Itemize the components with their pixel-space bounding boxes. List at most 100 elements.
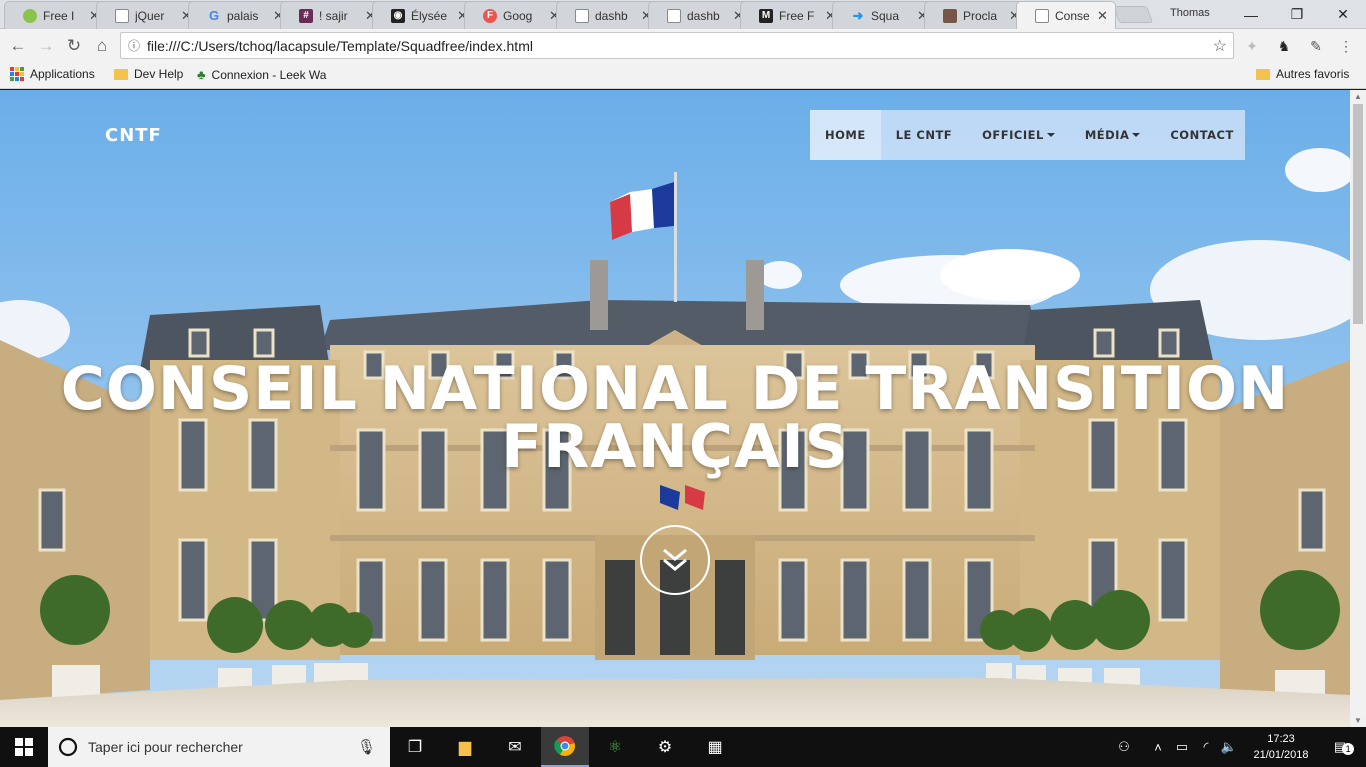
- tab-title: dashb: [595, 8, 628, 23]
- windows-start-icon[interactable]: [0, 727, 48, 767]
- extension-icon[interactable]: ✦: [1242, 36, 1262, 56]
- bookmark-apps[interactable]: Applications: [10, 67, 95, 81]
- bookmark-dev-help[interactable]: Dev Help: [114, 67, 183, 81]
- tab-title: dashb: [687, 8, 720, 23]
- chevron-up-icon[interactable]: ˄: [1148, 727, 1168, 767]
- folder-icon: [114, 68, 128, 80]
- calculator-icon[interactable]: ▦: [691, 727, 739, 767]
- minimize-icon[interactable]: —: [1228, 0, 1274, 29]
- bookmark-leek[interactable]: ♣ Connexion - Leek Wa: [197, 67, 326, 82]
- search-placeholder: Taper ici pour rechercher: [88, 739, 243, 755]
- back-icon[interactable]: ←: [6, 34, 30, 58]
- site-brand[interactable]: CNTF: [105, 125, 162, 146]
- close-window-icon[interactable]: ✕: [1320, 0, 1366, 29]
- browser-tab[interactable]: M Free F ✕: [740, 1, 844, 29]
- page-icon: [1035, 8, 1049, 23]
- tab-title: Free F: [779, 8, 815, 23]
- reload-icon[interactable]: ↻: [62, 34, 86, 58]
- hero-title-line-1: CONSEIL NATIONAL DE TRANSITION: [60, 354, 1290, 424]
- mail-icon[interactable]: ✉: [491, 727, 539, 767]
- volume-muted-icon[interactable]: 🔈: [1218, 727, 1240, 767]
- scroll-up-icon[interactable]: ▲: [1354, 92, 1362, 101]
- atom-icon[interactable]: ⚛: [591, 727, 639, 767]
- browser-toolbar: ← → ↻ ⌂ ⓘ file:///C:/Users/tchoq/lacapsu…: [0, 29, 1366, 62]
- page-viewport: CNTF HOME LE CNTF OFFICIEL MÉDIA CONTACT…: [0, 90, 1350, 727]
- nav-media[interactable]: MÉDIA: [1070, 110, 1156, 160]
- address-bar[interactable]: ⓘ file:///C:/Users/tchoq/lacapsule/Templ…: [120, 32, 1234, 59]
- browser-tab[interactable]: jQuer ✕: [96, 1, 200, 29]
- bookmark-star-icon[interactable]: ☆: [1213, 36, 1227, 56]
- browser-tab[interactable]: Free I ✕: [4, 1, 108, 29]
- browser-tab[interactable]: Procla ✕: [924, 1, 1028, 29]
- extension-icon[interactable]: ♞: [1274, 36, 1294, 56]
- tab-title: Squa: [871, 8, 900, 23]
- scroll-down-button[interactable]: [640, 525, 710, 595]
- menu-icon[interactable]: ⋮: [1336, 36, 1356, 56]
- bookmark-other[interactable]: Autres favoris: [1256, 67, 1349, 81]
- hero-title: CONSEIL NATIONAL DE TRANSITION FRANÇAIS: [0, 354, 1350, 482]
- scroll-down-icon[interactable]: ▼: [1354, 716, 1362, 725]
- tab-title: Conse: [1055, 8, 1090, 23]
- microphone-icon[interactable]: 🎙: [357, 738, 376, 756]
- notification-center-icon[interactable]: ▤ 1: [1322, 727, 1358, 767]
- bookmark-label: Applications: [30, 67, 95, 81]
- taskbar-search[interactable]: Taper ici pour rechercher 🎙: [48, 727, 390, 767]
- lime-icon: [23, 8, 37, 23]
- nav-officiel[interactable]: OFFICIEL: [967, 110, 1070, 160]
- slack-icon: #: [299, 8, 313, 23]
- clock-date: 21/01/2018: [1253, 749, 1309, 761]
- task-view-icon[interactable]: ❐: [391, 727, 439, 767]
- info-icon[interactable]: ⓘ: [121, 37, 147, 54]
- page-scrollbar[interactable]: ▲ ▼: [1350, 90, 1366, 727]
- browser-tab[interactable]: ◉ Élysée ✕: [372, 1, 476, 29]
- bookmark-label: Dev Help: [134, 67, 184, 81]
- wifi-icon[interactable]: ◜: [1196, 727, 1216, 767]
- file-explorer-icon[interactable]: ▆: [441, 727, 489, 767]
- page-icon: [575, 8, 589, 23]
- app-icon[interactable]: ⚙: [641, 727, 689, 767]
- page-icon: [667, 8, 681, 23]
- nav-label: CONTACT: [1170, 128, 1234, 142]
- bookmarks-bar: Applications Dev Help ♣ Connexion - Leek…: [0, 62, 1366, 89]
- scrollbar-thumb[interactable]: [1353, 104, 1363, 324]
- nav-contact[interactable]: CONTACT: [1155, 110, 1248, 160]
- cortana-icon: [48, 737, 88, 757]
- restore-icon[interactable]: ❐: [1274, 0, 1320, 29]
- home-icon[interactable]: ⌂: [90, 34, 114, 58]
- double-chevron-down-icon: [663, 548, 687, 571]
- address-url: file:///C:/Users/tchoq/lacapsule/Templat…: [147, 37, 533, 54]
- fonts-icon: F: [483, 8, 497, 23]
- tab-title: jQuer: [135, 8, 165, 23]
- tab-title: palais: [227, 8, 259, 23]
- nav-home[interactable]: HOME: [810, 110, 881, 160]
- browser-tab[interactable]: G palais ✕: [188, 1, 292, 29]
- tab-title: Free I: [43, 8, 75, 23]
- hero-title-line-2: FRANÇAIS: [501, 412, 849, 482]
- close-icon[interactable]: ✕: [1097, 8, 1109, 24]
- browser-tab-active[interactable]: Conse ✕: [1016, 1, 1116, 29]
- nav-le-cntf[interactable]: LE CNTF: [881, 110, 967, 160]
- browser-tab[interactable]: F Goog ✕: [464, 1, 568, 29]
- page-icon: [115, 8, 129, 23]
- chrome-icon[interactable]: [541, 727, 589, 767]
- forward-icon[interactable]: →: [34, 34, 58, 58]
- battery-icon[interactable]: ▭: [1172, 727, 1192, 767]
- camera-icon: ◉: [391, 8, 405, 23]
- people-icon[interactable]: ⚇: [1110, 727, 1138, 767]
- bookmark-label: Autres favoris: [1276, 67, 1350, 81]
- nav-label: LE CNTF: [895, 128, 953, 142]
- browser-tab[interactable]: ➜ Squa ✕: [832, 1, 936, 29]
- browser-tab[interactable]: dashb ✕: [556, 1, 660, 29]
- profile-name[interactable]: Thomas: [1170, 7, 1210, 19]
- squad-icon: ➜: [852, 7, 864, 23]
- browser-tab-strip: Free I ✕ jQuer ✕ G palais ✕ # ! sajir ✕ …: [0, 0, 1366, 29]
- eyedropper-icon[interactable]: ✎: [1306, 36, 1326, 56]
- clock-time: 17:23: [1267, 733, 1295, 745]
- site-nav: HOME LE CNTF OFFICIEL MÉDIA CONTACT: [810, 110, 1245, 160]
- new-tab-button[interactable]: [1112, 6, 1154, 23]
- image-icon: [943, 8, 957, 23]
- clock[interactable]: 17:23 21/01/2018: [1246, 731, 1316, 763]
- browser-tab[interactable]: # ! sajir ✕: [280, 1, 384, 29]
- medium-icon: M: [759, 8, 773, 23]
- browser-tab[interactable]: dashb ✕: [648, 1, 752, 29]
